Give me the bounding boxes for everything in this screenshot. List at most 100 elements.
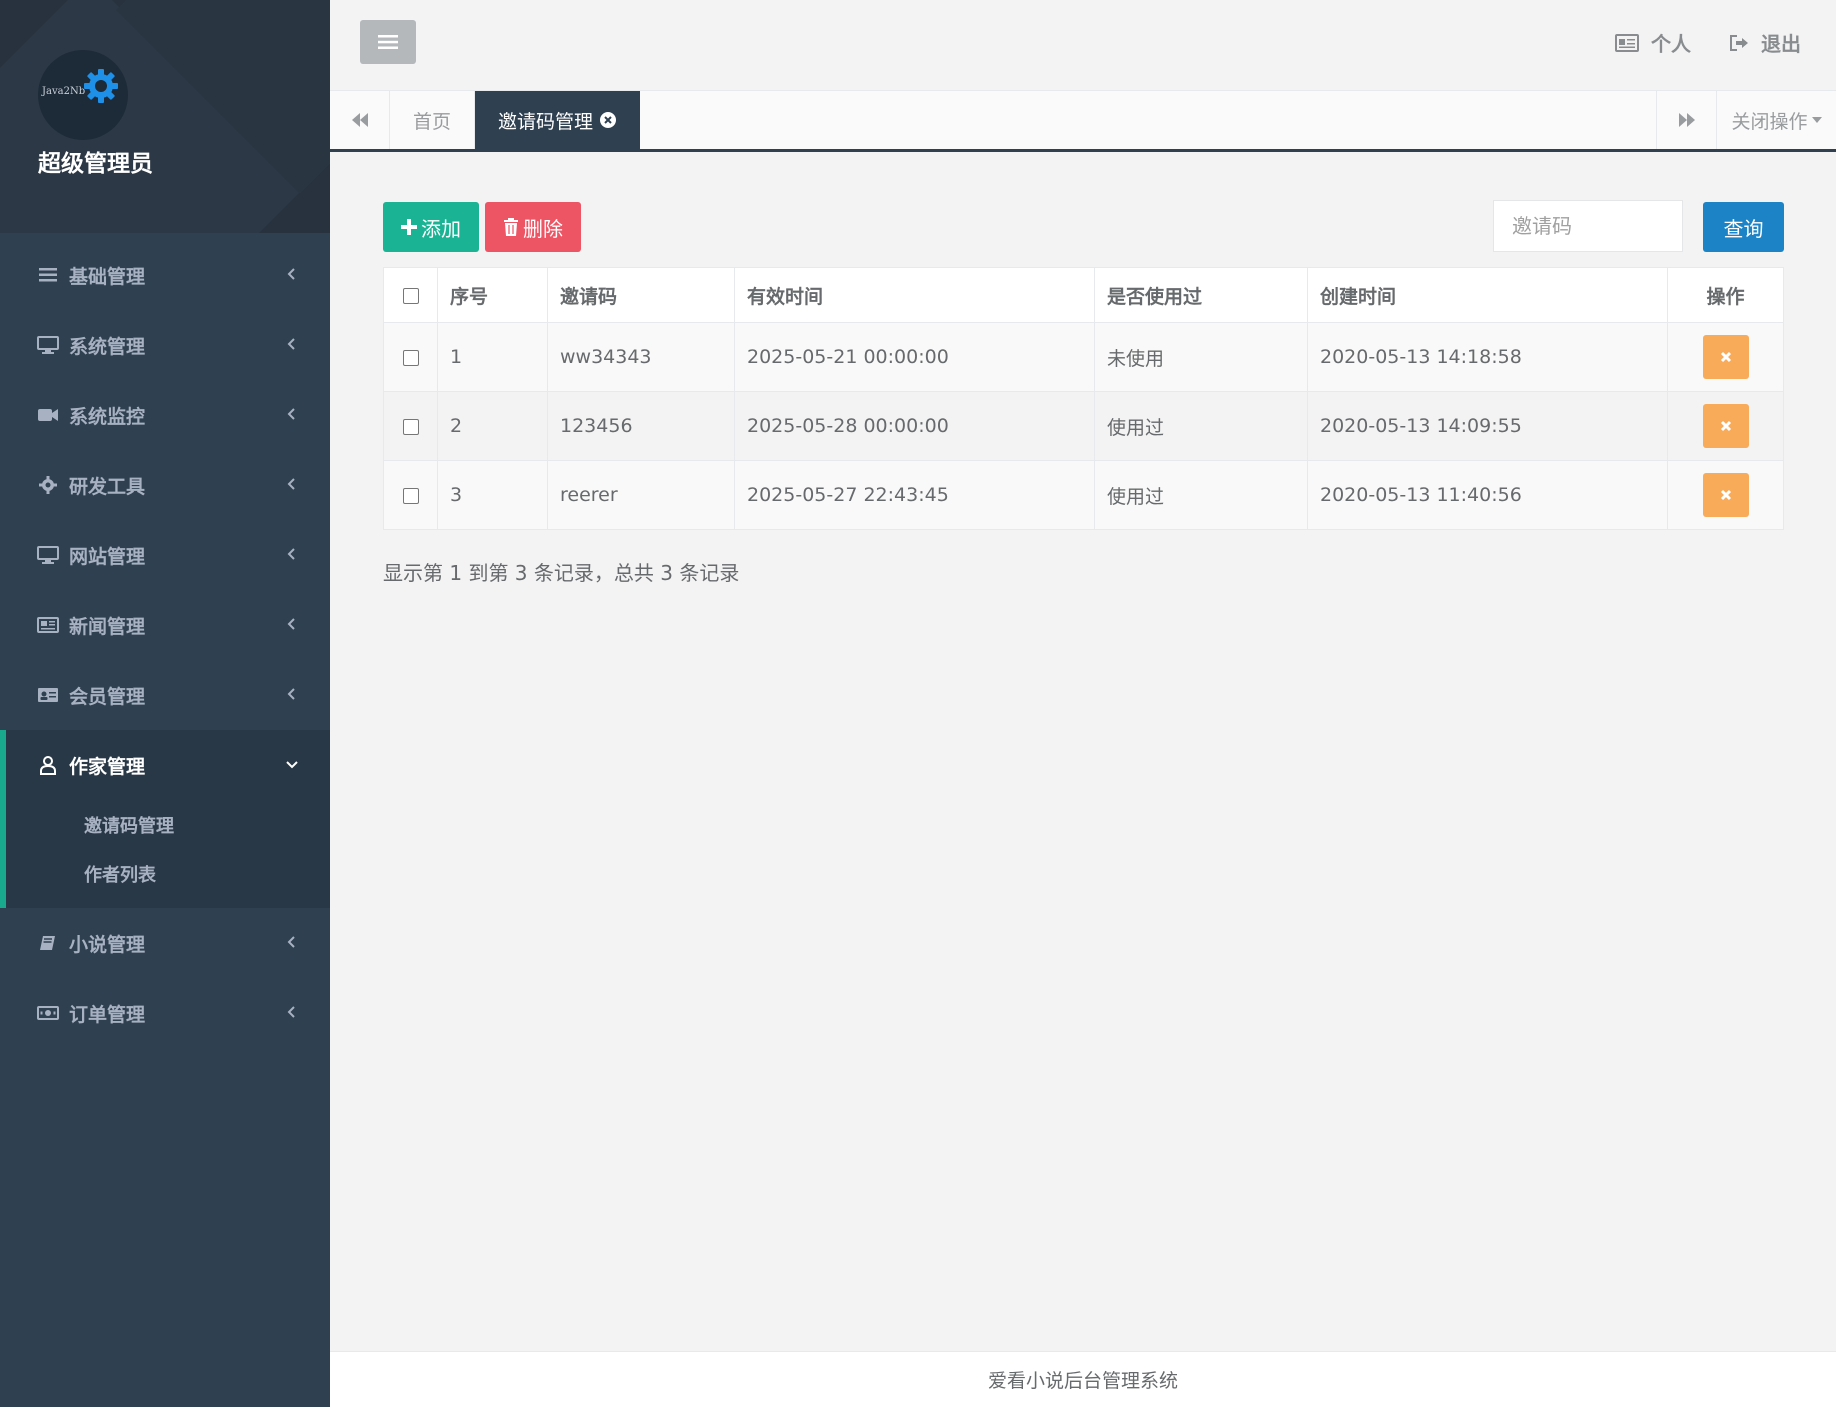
- select-all-checkbox[interactable]: [402, 287, 419, 304]
- sidebar-item-website[interactable]: 网站管理: [0, 520, 330, 590]
- close-operations-label: 关闭操作: [1731, 110, 1808, 133]
- add-button-label: 添加: [421, 216, 461, 241]
- chevron-left-icon: [287, 936, 295, 948]
- delete-button-label: 删除: [523, 216, 563, 241]
- cell-used: 使用过: [1094, 460, 1308, 530]
- cell-valid-time: 2025-05-28 00:00:00: [734, 391, 1095, 461]
- cell-index: 3: [437, 460, 548, 530]
- gear-icon: [37, 474, 59, 496]
- video-camera-icon: [37, 404, 59, 426]
- close-icon: [1720, 351, 1731, 363]
- sidebar-item-label: 研发工具: [69, 475, 146, 498]
- user-icon: [37, 754, 59, 776]
- tabs-bar: 首页 邀请码管理 关闭操作: [330, 90, 1836, 152]
- close-circle-icon[interactable]: [599, 111, 617, 129]
- table-row: 1 ww34343 2025-05-21 00:00:00 未使用 2020-0…: [383, 322, 1784, 392]
- sidebar-item-devtools[interactable]: 研发工具: [0, 450, 330, 520]
- caret-down-icon: [1811, 117, 1822, 123]
- chevron-left-icon: [287, 688, 295, 700]
- header-created[interactable]: 创建时间: [1307, 267, 1668, 323]
- desktop-icon: [37, 544, 59, 566]
- sidebar-item-system[interactable]: 系统管理: [0, 310, 330, 380]
- table-row: 2 123456 2025-05-28 00:00:00 使用过 2020-05…: [383, 391, 1784, 461]
- cell-actions: [1667, 391, 1784, 461]
- footer: 爱看小说后台管理系统: [330, 1351, 1836, 1407]
- invite-code-search-input[interactable]: [1493, 200, 1683, 252]
- sidebar-item-basic[interactable]: 基础管理: [0, 240, 330, 310]
- bars-icon: [378, 35, 398, 49]
- profile-link[interactable]: 个人: [1615, 28, 1691, 57]
- sidebar: Java2Nb 超级管理员 基础管理 系统管理 系统监控 研发工具 网站管理 新…: [0, 0, 330, 1407]
- header-valid-time[interactable]: 有效时间: [734, 267, 1095, 323]
- cell-actions: [1667, 460, 1784, 530]
- profile-panel: Java2Nb 超级管理员: [0, 0, 330, 233]
- id-card-icon: [1615, 33, 1639, 52]
- close-operations-dropdown[interactable]: 关闭操作: [1716, 91, 1836, 149]
- close-icon: [1720, 420, 1731, 432]
- header-index[interactable]: 序号: [437, 267, 548, 323]
- sidebar-toggle-button[interactable]: [360, 20, 416, 64]
- tab-scroll-left-button[interactable]: [330, 91, 390, 149]
- sidebar-item-news[interactable]: 新闻管理: [0, 590, 330, 660]
- chevron-left-icon: [287, 618, 295, 630]
- cell-code: ww34343: [547, 322, 735, 392]
- query-button[interactable]: 查询: [1703, 202, 1784, 252]
- sidebar-item-label: 系统监控: [69, 405, 146, 428]
- add-button[interactable]: 添加: [383, 202, 479, 252]
- table-row: 3 reerer 2025-05-27 22:43:45 使用过 2020-05…: [383, 460, 1784, 530]
- chevron-left-icon: [287, 1006, 295, 1018]
- admin-name[interactable]: 超级管理员: [38, 144, 153, 178]
- profile-label: 个人: [1651, 32, 1691, 56]
- chevron-left-icon: [287, 478, 295, 490]
- cell-created: 2020-05-13 11:40:56: [1307, 460, 1668, 530]
- select-all-cell: [383, 267, 438, 323]
- sidebar-item-label: 作家管理: [69, 755, 146, 778]
- sidebar-subitem-authors[interactable]: 作者列表: [6, 849, 330, 898]
- delete-row-button[interactable]: [1702, 473, 1749, 517]
- sidebar-item-label: 小说管理: [69, 933, 146, 956]
- sidebar-subitem-invite-codes[interactable]: 邀请码管理: [6, 800, 330, 849]
- cell-code: reerer: [547, 460, 735, 530]
- header-code[interactable]: 邀请码: [547, 267, 735, 323]
- chevron-left-icon: [287, 548, 295, 560]
- double-chevron-left-icon: [351, 113, 368, 127]
- chevron-down-icon: [286, 761, 298, 769]
- id-card-icon: [37, 684, 59, 706]
- delete-button[interactable]: 删除: [485, 202, 581, 252]
- avatar[interactable]: Java2Nb: [38, 50, 128, 140]
- cell-used: 使用过: [1094, 391, 1308, 461]
- row-select-cell: [383, 460, 438, 530]
- pagination-info: 显示第 1 到第 3 条记录，总共 3 条记录: [383, 561, 740, 585]
- row-checkbox[interactable]: [402, 349, 419, 366]
- cell-index: 2: [437, 391, 548, 461]
- main-content: 添加 删除 查询 序号 邀请码 有效时间 是否使用过 创建时间 操作 1 ww3…: [330, 152, 1836, 1352]
- sign-out-icon: [1730, 34, 1748, 51]
- sidebar-item-members[interactable]: 会员管理: [0, 660, 330, 730]
- sidebar-item-novels[interactable]: 小说管理: [0, 908, 330, 978]
- sidebar-item-label: 网站管理: [69, 545, 146, 568]
- row-checkbox[interactable]: [402, 487, 419, 504]
- newspaper-icon: [37, 614, 59, 636]
- logout-link[interactable]: 退出: [1729, 28, 1801, 57]
- sidebar-item-orders[interactable]: 订单管理: [0, 978, 330, 1048]
- sidebar-item-monitor[interactable]: 系统监控: [0, 380, 330, 450]
- plus-icon: [401, 219, 417, 235]
- cell-used: 未使用: [1094, 322, 1308, 392]
- tab-home[interactable]: 首页: [390, 91, 475, 149]
- sidebar-item-label: 系统管理: [69, 335, 146, 358]
- header-used[interactable]: 是否使用过: [1094, 267, 1308, 323]
- delete-row-button[interactable]: [1702, 335, 1749, 379]
- logo-text: Java2Nb: [42, 86, 86, 97]
- delete-row-button[interactable]: [1702, 404, 1749, 448]
- double-chevron-right-icon: [1678, 113, 1695, 127]
- row-checkbox[interactable]: [402, 418, 419, 435]
- top-bar: 个人 退出: [330, 0, 1836, 90]
- sidebar-subnav: 邀请码管理 作者列表: [6, 800, 330, 908]
- sidebar-item-writers[interactable]: 作家管理: [6, 730, 330, 800]
- desktop-icon: [37, 334, 59, 356]
- top-right-links: 个人 退出: [1615, 28, 1801, 57]
- trash-icon: [504, 218, 518, 236]
- tab-invite-codes[interactable]: 邀请码管理: [475, 91, 640, 149]
- book-icon: [37, 932, 59, 954]
- tab-scroll-right-button[interactable]: [1656, 91, 1716, 149]
